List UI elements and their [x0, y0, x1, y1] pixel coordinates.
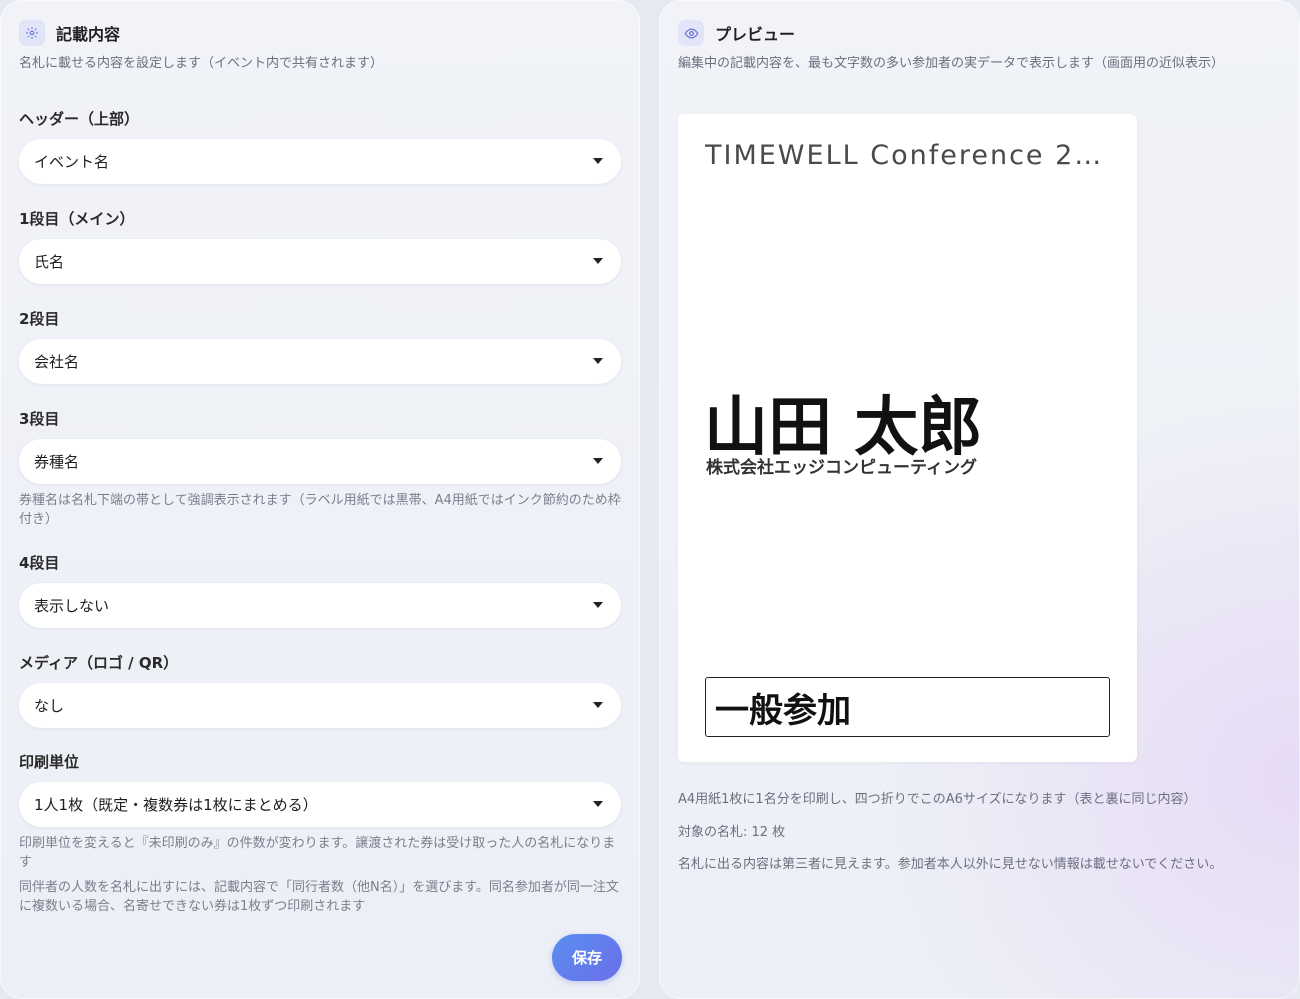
line2-select-value: 会社名	[34, 353, 80, 371]
settings-panel: 記載内容 名札に載せる内容を設定します（イベント内で共有されます） ヘッダー（上…	[0, 0, 640, 999]
badge-ticket: 一般参加	[715, 690, 851, 731]
line1-select[interactable]: 氏名	[19, 239, 621, 284]
name-badge-preview: TIMEWELL Conference 2026 Tokyo 山田 太郎 株式会…	[678, 114, 1137, 762]
preview-info-paper: A4用紙1枚に1名分を印刷し、四つ折りでこのA6サイズになります（表と裏に同じ内…	[678, 792, 1197, 807]
line4-select-value: 表示しない	[34, 597, 110, 615]
badge-company: 株式会社エッジコンピューティング	[706, 458, 977, 478]
chevron-down-icon	[593, 158, 603, 164]
preview-info-privacy: 名札に出る内容は第三者に見えます。参加者本人以外に見せない情報は載せないでくださ…	[678, 857, 1223, 872]
print-unit-hint-1: 印刷単位を変えると『未印刷のみ』の件数が変わります。譲渡された券は受け取った人の…	[19, 836, 616, 870]
header-select-value: イベント名	[34, 153, 110, 171]
badge-header: TIMEWELL Conference 2026 Tokyo	[705, 140, 1105, 171]
line4-select[interactable]: 表示しない	[19, 583, 621, 628]
print-unit-hint-2: 同伴者の人数を名札に出すには、記載内容で「同行者数（他N名）」を選びます。同名参…	[19, 880, 619, 914]
line3-field-label: 3段目	[19, 410, 60, 428]
line1-select-value: 氏名	[34, 253, 65, 271]
line2-field-label: 2段目	[19, 310, 60, 328]
settings-header: 記載内容	[19, 20, 120, 46]
chevron-down-icon	[593, 258, 603, 264]
preview-info-count: 対象の名札: 12 枚	[678, 825, 786, 840]
line4-field-label: 4段目	[19, 554, 60, 572]
chevron-down-icon	[593, 702, 603, 708]
badge-ticket-band: 一般参加	[705, 677, 1110, 737]
chevron-down-icon	[593, 458, 603, 464]
preview-panel: プレビュー 編集中の記載内容を、最も文字数の多い参加者の実データで表示します（画…	[659, 0, 1300, 999]
line3-hint: 券種名は名札下端の帯として強調表示されます（ラベル用紙では黒帯、A4用紙ではイン…	[19, 493, 621, 527]
chevron-down-icon	[593, 358, 603, 364]
settings-description: 名札に載せる内容を設定します（イベント内で共有されます）	[19, 56, 384, 71]
header-select[interactable]: イベント名	[19, 139, 621, 184]
preview-description: 編集中の記載内容を、最も文字数の多い参加者の実データで表示します（画面用の近似表…	[678, 56, 1225, 71]
gear-icon	[19, 20, 45, 46]
chevron-down-icon	[593, 801, 603, 807]
line3-select[interactable]: 券種名	[19, 439, 621, 484]
chevron-down-icon	[593, 602, 603, 608]
eye-icon	[678, 20, 704, 46]
save-button[interactable]: 保存	[552, 934, 622, 981]
print-unit-field-label: 印刷単位	[19, 753, 80, 771]
preview-header: プレビュー	[678, 20, 795, 46]
preview-title: プレビュー	[715, 25, 796, 44]
media-select-value: なし	[34, 697, 65, 715]
header-field-label: ヘッダー（上部）	[19, 110, 140, 128]
settings-title: 記載内容	[56, 25, 121, 44]
media-field-label: メディア（ロゴ / QR）	[19, 654, 179, 672]
line1-field-label: 1段目（メイン）	[19, 210, 135, 228]
print-unit-select[interactable]: 1人1枚（既定・複数券は1枚にまとめる）	[19, 782, 621, 827]
line2-select[interactable]: 会社名	[19, 339, 621, 384]
media-select[interactable]: なし	[19, 683, 621, 728]
line3-select-value: 券種名	[34, 453, 80, 471]
print-unit-select-value: 1人1枚（既定・複数券は1枚にまとめる）	[34, 796, 318, 814]
